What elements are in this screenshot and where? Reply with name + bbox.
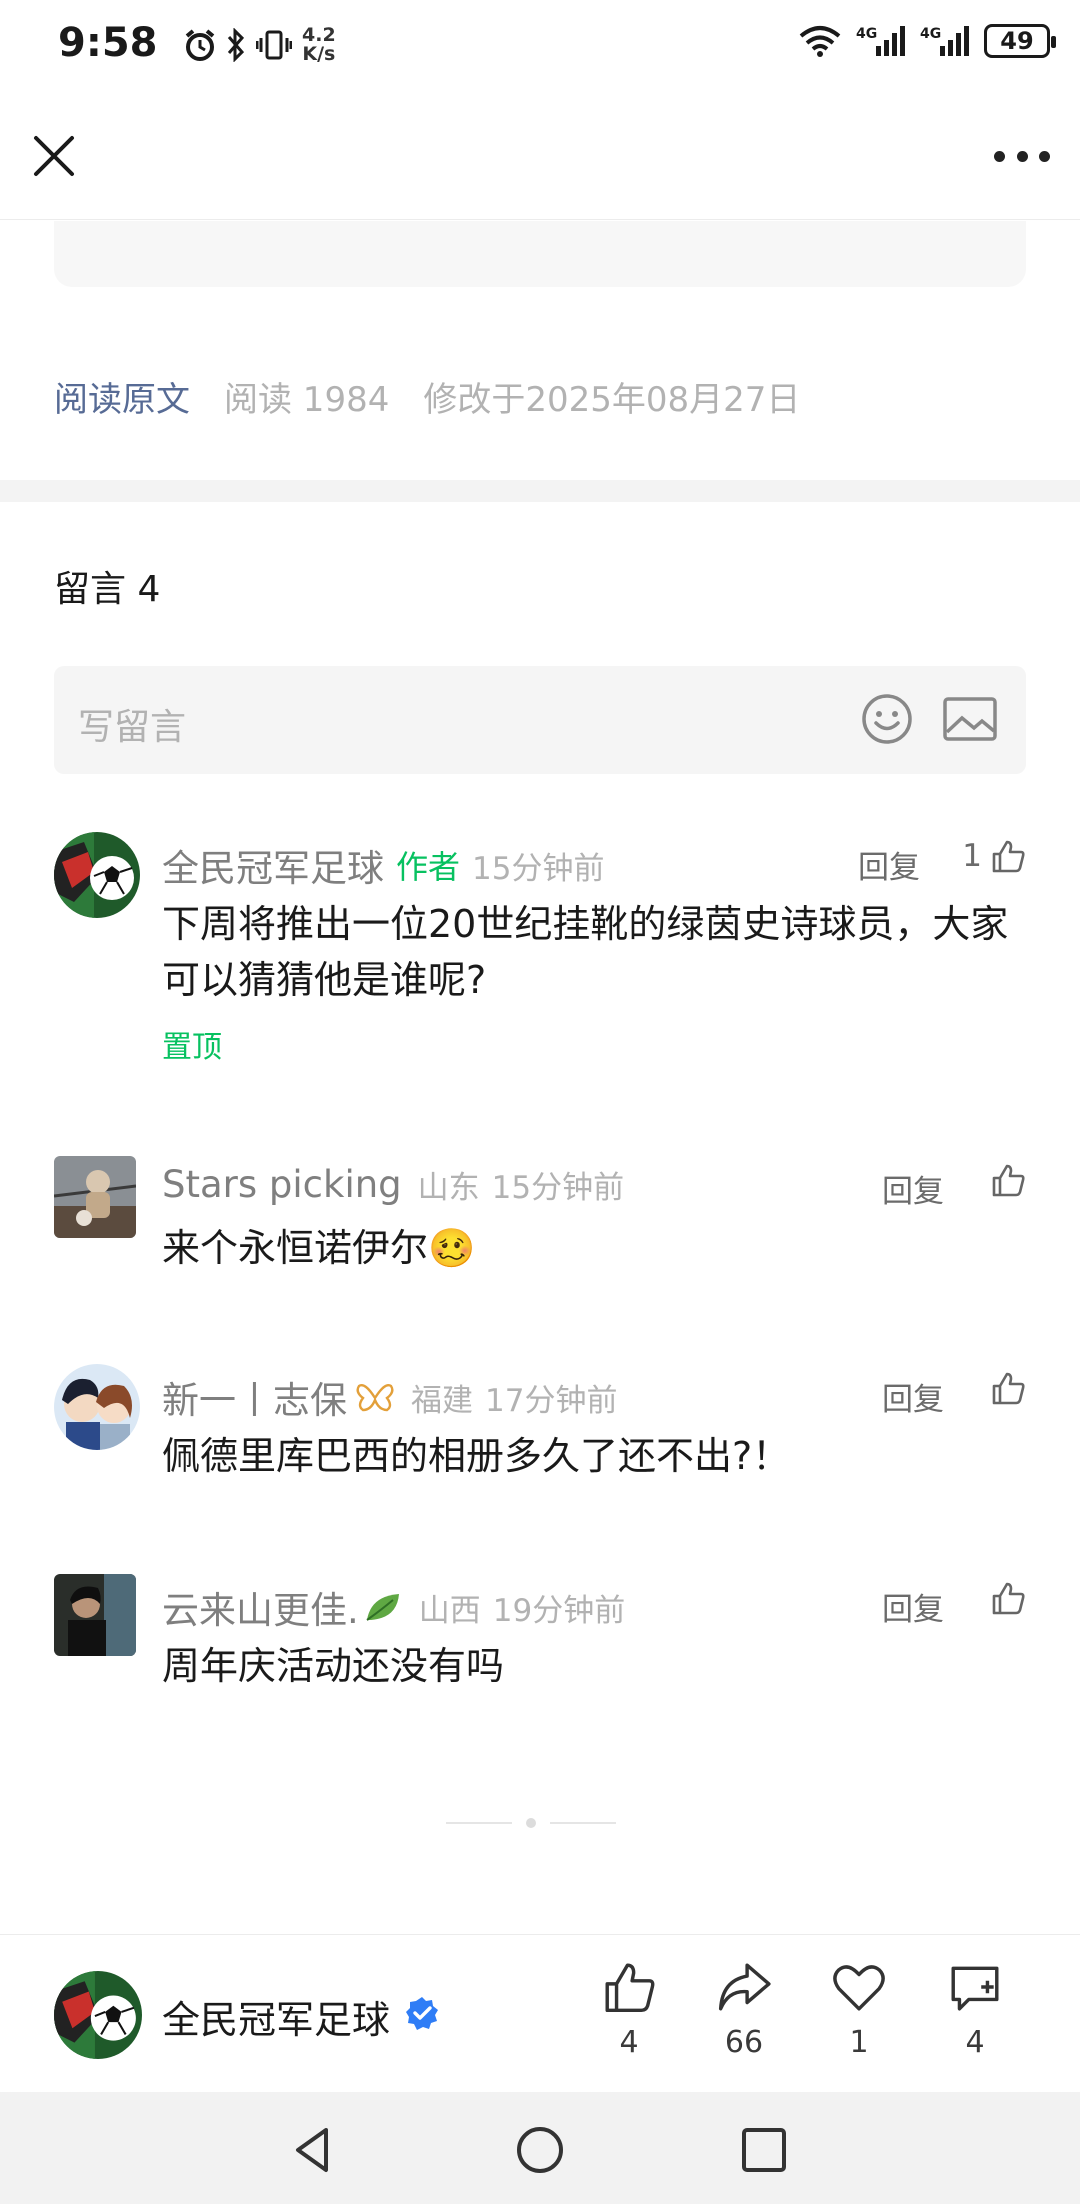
like-button[interactable]: 1 <box>962 838 1026 874</box>
article-meta: 阅读原文 阅读 1984 修改于2025年08月27日 <box>54 372 800 421</box>
like-button[interactable] <box>990 1162 1026 1198</box>
status-time: 9:58 <box>58 20 158 66</box>
favorite-action[interactable]: 1 <box>814 1959 904 2060</box>
thumbs-up-icon <box>992 1582 1025 1615</box>
back-icon[interactable] <box>288 2124 340 2176</box>
section-divider <box>0 480 1080 502</box>
status-bar: 9:58 4.2 K/s 4G 4G 49 <box>0 0 1080 92</box>
emoji-icon[interactable] <box>860 692 914 746</box>
comments-title: 留言 4 <box>54 569 161 610</box>
comment-item: 全民冠军足球 作者 15分钟前 回复 1 下周将推出一位20世纪挂靴的绿茵史诗球… <box>54 832 1026 1065</box>
verified-icon <box>406 1997 438 2030</box>
thumbs-up-icon <box>992 840 1025 873</box>
comment-action[interactable]: 4 <box>930 1959 1020 2060</box>
share-action[interactable]: 66 <box>699 1959 789 2060</box>
comment-item: 云来山更佳. 山西 19分钟前 回复 周年庆活动还没有吗 <box>54 1574 1026 1714</box>
end-indicator <box>446 1818 616 1828</box>
leaf-icon <box>366 1594 399 1621</box>
like-button[interactable] <box>990 1370 1026 1406</box>
comment-item: Stars picking 山东 15分钟前 回复 来个永恒诺伊尔🥴 <box>54 1156 1026 1296</box>
top-nav <box>0 92 1080 220</box>
comment-text: 来个永恒诺伊尔🥴 <box>162 1226 476 1270</box>
comment-time: 15分钟前 <box>472 850 605 887</box>
signal-icon-2: 4G <box>920 26 969 56</box>
comment-location: 山西 <box>418 1592 481 1629</box>
battery-icon: 49 <box>984 24 1056 58</box>
recents-icon[interactable] <box>738 2124 790 2176</box>
more-options-icon[interactable] <box>994 142 1050 170</box>
avatar[interactable] <box>54 832 140 918</box>
comment-text: 佩德里库巴西的相册多久了还不出?！ <box>162 1434 791 1478</box>
comment-author-name[interactable]: 新一丨志保 <box>162 1370 347 1424</box>
reply-button[interactable]: 回复 <box>882 1166 944 1211</box>
write-comment-input[interactable]: 写留言 <box>54 666 1026 774</box>
comment-author-name[interactable]: 全民冠军足球 <box>162 838 384 892</box>
vibrate-icon <box>256 30 292 60</box>
butterfly-icon <box>356 1384 394 1412</box>
alarm-icon <box>185 29 215 61</box>
comment-text: 下周将推出一位20世纪挂靴的绿茵史诗球员，大家可以猜猜他是谁呢? <box>162 902 1009 1002</box>
bluetooth-icon <box>227 28 245 62</box>
favorite-count: 1 <box>849 2025 869 2060</box>
like-count: 1 <box>962 838 982 874</box>
status-icons-left: 4.2 K/s <box>184 26 336 64</box>
share-icon <box>718 1963 771 2011</box>
wifi-icon <box>799 26 841 57</box>
comment-item: 新一丨志保 福建 17分钟前 回复 佩德里库巴西的相册多久了还不出?！ <box>54 1364 1026 1504</box>
avatar[interactable] <box>54 1156 136 1238</box>
read-count: 阅读 1984 <box>224 380 390 420</box>
write-comment-placeholder: 写留言 <box>78 707 187 748</box>
comment-location: 山东 <box>417 1170 480 1206</box>
comment-author-name[interactable]: Stars picking <box>162 1163 402 1206</box>
like-button[interactable] <box>990 1580 1026 1616</box>
comment-count: 4 <box>965 2025 985 2060</box>
reply-button[interactable]: 回复 <box>882 1374 944 1419</box>
home-icon[interactable] <box>514 2124 566 2176</box>
comment-time: 15分钟前 <box>491 1170 625 1206</box>
comment-time: 17分钟前 <box>485 1382 618 1419</box>
comment-location: 福建 <box>411 1382 473 1419</box>
bottom-action-bar: 全民冠军足球 4 66 1 4 <box>0 1934 1080 2092</box>
author-badge: 作者 <box>396 848 461 886</box>
heart-icon <box>833 1965 885 2011</box>
read-original-link[interactable]: 阅读原文 <box>54 372 190 421</box>
image-icon[interactable] <box>942 694 998 744</box>
thumbs-up-icon <box>992 1372 1025 1405</box>
article-content-card <box>54 221 1026 287</box>
like-action[interactable]: 4 <box>584 1959 674 2060</box>
reply-button[interactable]: 回复 <box>882 1584 944 1629</box>
reply-button[interactable]: 回复 <box>858 842 920 887</box>
comment-text: 周年庆活动还没有吗 <box>162 1644 505 1688</box>
avatar[interactable] <box>54 1364 140 1450</box>
status-icons-right: 4G 4G 49 <box>798 24 1056 58</box>
network-speed: 4.2 K/s <box>302 24 336 65</box>
share-count: 66 <box>724 2025 764 2060</box>
modified-date: 修改于2025年08月27日 <box>423 380 801 420</box>
close-icon[interactable] <box>30 132 78 180</box>
like-count: 4 <box>619 2025 639 2060</box>
pinned-label: 置顶 <box>162 1030 222 1065</box>
account-name[interactable]: 全民冠军足球 <box>162 1989 390 2044</box>
comment-add-icon <box>951 1966 999 2011</box>
svg-text:4G: 4G <box>920 26 941 42</box>
comment-time: 19分钟前 <box>492 1592 626 1629</box>
comment-author-name[interactable]: 云来山更佳. <box>162 1580 359 1634</box>
thumbs-up-icon <box>605 1963 655 2013</box>
account-avatar[interactable] <box>54 1971 142 2059</box>
avatar[interactable] <box>54 1574 136 1656</box>
thumbs-up-icon <box>992 1164 1025 1197</box>
svg-text:4G: 4G <box>856 26 877 42</box>
signal-icon-1: 4G <box>856 26 905 56</box>
system-nav-bar <box>0 2092 1080 2204</box>
